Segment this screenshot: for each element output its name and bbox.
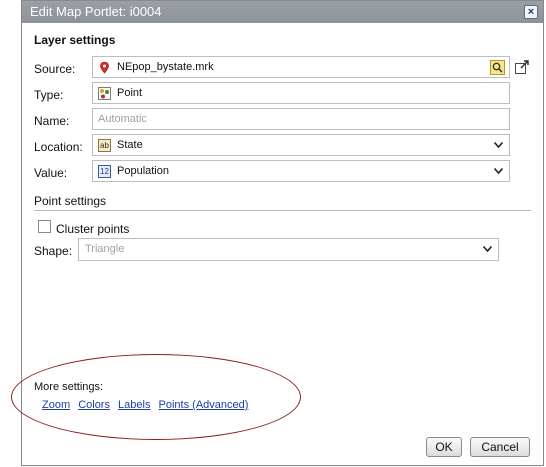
source-label: Source: bbox=[34, 62, 76, 76]
more-settings-links: Zoom Colors Labels Points (Advanced) bbox=[42, 399, 253, 411]
chevron-down-icon bbox=[494, 142, 503, 148]
text-field-icon: ab bbox=[98, 139, 111, 152]
value-label: Value: bbox=[34, 166, 68, 180]
dialog-title: Edit Map Portlet: i0004 bbox=[30, 4, 162, 19]
location-value: State bbox=[117, 139, 143, 151]
type-label: Type: bbox=[34, 88, 64, 102]
location-label: Location: bbox=[34, 140, 83, 154]
ok-button[interactable]: OK bbox=[426, 437, 462, 457]
chevron-down-icon bbox=[483, 246, 492, 252]
type-value: Point bbox=[117, 87, 143, 99]
shape-label: Shape: bbox=[34, 244, 73, 258]
shape-value: Triangle bbox=[85, 243, 125, 255]
open-external-icon[interactable] bbox=[514, 59, 530, 75]
name-placeholder: Automatic bbox=[98, 113, 147, 125]
cancel-button[interactable]: Cancel bbox=[470, 437, 530, 457]
labels-link[interactable]: Labels bbox=[118, 399, 150, 411]
cluster-points-checkbox[interactable] bbox=[38, 220, 51, 233]
map-pin-icon bbox=[100, 61, 109, 74]
point-settings-heading: Point settings bbox=[34, 194, 107, 208]
points-advanced-link[interactable]: Points (Advanced) bbox=[159, 399, 249, 411]
annotation-oval bbox=[11, 354, 301, 440]
value-select[interactable]: 12 Population bbox=[92, 160, 510, 182]
chevron-down-icon bbox=[494, 168, 503, 174]
close-button[interactable]: × bbox=[524, 5, 538, 19]
type-field[interactable]: Point bbox=[92, 82, 510, 104]
numeric-field-icon: 12 bbox=[98, 165, 111, 178]
edit-map-portlet-dialog: Edit Map Portlet: i0004 × Layer settings… bbox=[11, 0, 544, 466]
shape-select[interactable]: Triangle bbox=[78, 238, 499, 261]
colors-link[interactable]: Colors bbox=[78, 399, 110, 411]
value-value: Population bbox=[117, 165, 169, 177]
section-divider bbox=[34, 210, 531, 211]
zoom-link[interactable]: Zoom bbox=[42, 399, 70, 411]
cluster-points-label[interactable]: Cluster points bbox=[56, 222, 129, 236]
browse-search-icon[interactable] bbox=[490, 60, 505, 75]
source-value: NEpop_bystate.mrk bbox=[117, 61, 214, 73]
more-settings-label: More settings: bbox=[34, 381, 104, 393]
point-layer-icon bbox=[98, 87, 111, 100]
layer-settings-heading: Layer settings bbox=[34, 33, 116, 47]
name-input[interactable]: Automatic bbox=[92, 108, 510, 130]
location-select[interactable]: ab State bbox=[92, 134, 510, 156]
dialog-titlebar[interactable]: Edit Map Portlet: i0004 × bbox=[22, 1, 543, 23]
name-label: Name: bbox=[34, 114, 70, 128]
source-field[interactable]: NEpop_bystate.mrk bbox=[92, 56, 510, 78]
